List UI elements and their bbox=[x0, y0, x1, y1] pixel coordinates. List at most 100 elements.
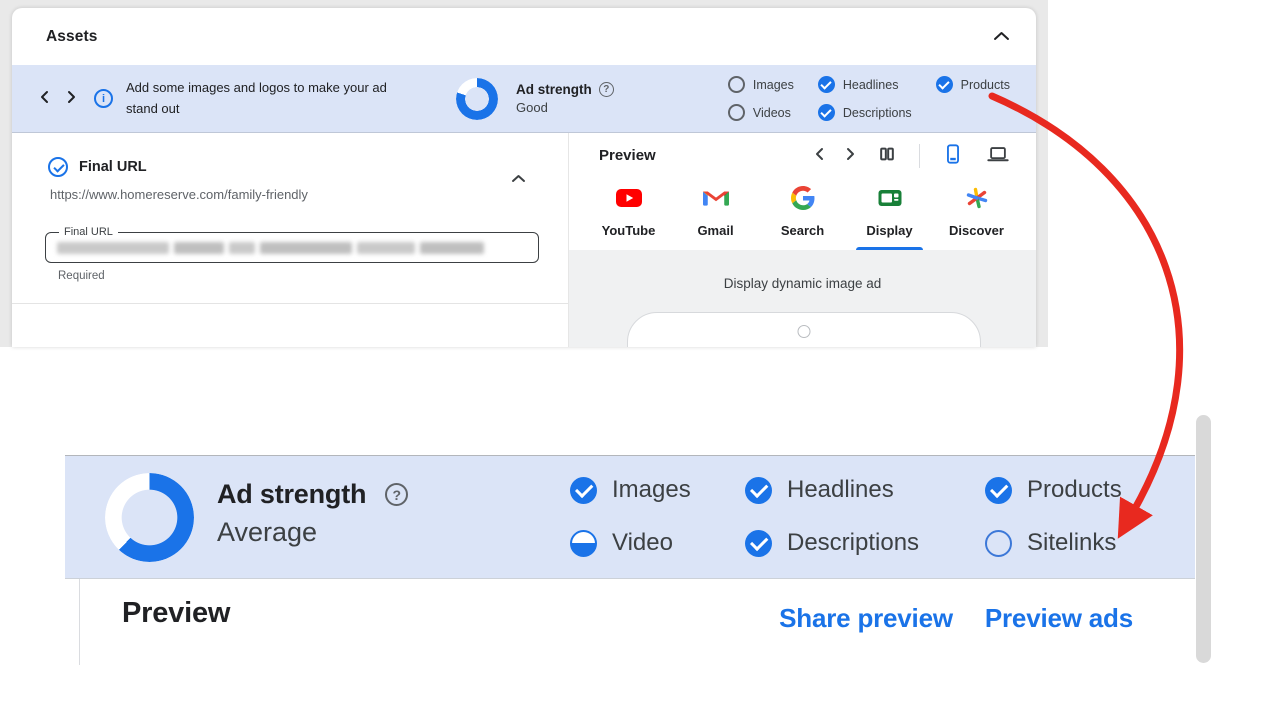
check-label: Images bbox=[753, 78, 794, 92]
scrollbar[interactable] bbox=[1196, 415, 1211, 663]
youtube-icon bbox=[615, 184, 643, 212]
preview-header-row: Preview Share preview Preview ads bbox=[79, 579, 1195, 665]
help-icon[interactable]: ? bbox=[599, 82, 614, 97]
chevron-up-icon bbox=[993, 29, 1010, 44]
check-circle-icon bbox=[570, 477, 597, 504]
asset-checklist: Images Videos Headlines bbox=[728, 76, 1010, 121]
asset-check-products[interactable]: Products bbox=[985, 476, 1122, 504]
ad-strength-banner-zoomed: Ad strength ? Average Images Video H bbox=[65, 455, 1195, 579]
preview-previous-button[interactable] bbox=[815, 147, 824, 164]
asset-check-video[interactable]: Video bbox=[570, 529, 691, 557]
tab-youtube[interactable]: YouTube bbox=[585, 180, 672, 250]
display-ads-icon bbox=[877, 184, 903, 212]
tab-label: YouTube bbox=[602, 223, 656, 238]
checklist-column-2: Headlines Descriptions bbox=[745, 476, 919, 557]
collapse-assets-button[interactable] bbox=[993, 29, 1010, 44]
help-icon[interactable]: ? bbox=[385, 483, 408, 506]
preview-ads-link[interactable]: Preview ads bbox=[985, 603, 1133, 634]
ad-preview-caption: Display dynamic image ad bbox=[569, 276, 1036, 291]
asset-check-descriptions[interactable]: Descriptions bbox=[818, 104, 912, 121]
suggestion-message-line2: stand out bbox=[126, 99, 414, 120]
asset-check-headlines[interactable]: Headlines bbox=[818, 76, 912, 93]
asset-check-images[interactable]: Images bbox=[570, 476, 691, 504]
tab-label: Gmail bbox=[697, 223, 733, 238]
required-helper-text: Required bbox=[58, 270, 105, 282]
check-label: Video bbox=[612, 529, 673, 557]
section-divider bbox=[12, 303, 568, 304]
ad-strength-summary: Ad strength ? Average bbox=[217, 479, 408, 548]
suggestion-nav bbox=[40, 90, 76, 107]
tab-label: Discover bbox=[949, 223, 1004, 238]
phone-camera-dot bbox=[798, 325, 811, 338]
mobile-preview-button[interactable] bbox=[942, 143, 964, 168]
chevron-right-icon bbox=[846, 147, 855, 164]
circle-unchecked-icon bbox=[985, 530, 1012, 557]
assets-header: Assets bbox=[12, 8, 1036, 65]
ad-preview-area: Display dynamic image ad bbox=[569, 250, 1036, 347]
preview-toolbar bbox=[815, 143, 1010, 168]
tab-search[interactable]: Search bbox=[759, 180, 846, 250]
zoomed-ad-strength-callout: Ad strength ? Average Images Video H bbox=[65, 455, 1195, 665]
final-url-title: Final URL bbox=[79, 159, 147, 175]
preview-links: Share preview Preview ads bbox=[779, 603, 1133, 634]
asset-check-sitelinks[interactable]: Sitelinks bbox=[985, 529, 1122, 557]
chevron-left-icon bbox=[40, 90, 49, 107]
gmail-icon bbox=[703, 184, 729, 212]
check-circle-icon bbox=[936, 76, 953, 93]
ad-strength-summary: Ad strength ? Good bbox=[516, 82, 614, 115]
asset-check-videos[interactable]: Videos bbox=[728, 104, 794, 121]
check-circle-icon bbox=[818, 76, 835, 93]
discover-icon bbox=[965, 184, 989, 212]
asset-check-products[interactable]: Products bbox=[936, 76, 1010, 93]
check-circle-icon bbox=[745, 477, 772, 504]
tab-display[interactable]: Display bbox=[846, 180, 933, 250]
check-label: Products bbox=[1027, 476, 1122, 504]
assets-content: Final URL https://www.homereserve.com/fa… bbox=[12, 133, 1036, 347]
phone-mockup bbox=[627, 312, 981, 347]
desktop-preview-button[interactable] bbox=[986, 143, 1010, 168]
asset-check-images[interactable]: Images bbox=[728, 76, 794, 93]
ad-strength-value: Good bbox=[516, 100, 614, 115]
asset-check-descriptions[interactable]: Descriptions bbox=[745, 529, 919, 557]
redacted-input-value bbox=[46, 233, 538, 262]
share-preview-link[interactable]: Share preview bbox=[779, 603, 953, 634]
screenshot-stage: Assets bbox=[0, 0, 1280, 720]
ad-strength-gauge bbox=[105, 473, 194, 562]
assets-card: Assets bbox=[12, 8, 1036, 347]
final-url-value: https://www.homereserve.com/family-frien… bbox=[50, 187, 568, 202]
final-url-input[interactable]: Final URL bbox=[45, 232, 539, 263]
circle-unchecked-icon bbox=[728, 76, 745, 93]
suggestion-message-line1: Add some images and logos to make your a… bbox=[126, 78, 414, 99]
asset-check-headlines[interactable]: Headlines bbox=[745, 476, 919, 504]
chevron-up-icon bbox=[511, 171, 526, 186]
next-suggestion-button[interactable] bbox=[67, 90, 76, 107]
final-url-section: Final URL https://www.homereserve.com/fa… bbox=[12, 133, 568, 347]
tab-discover[interactable]: Discover bbox=[933, 180, 1020, 250]
check-label: Products bbox=[961, 78, 1010, 92]
checklist-column-1: Images Video bbox=[570, 476, 691, 557]
columns-icon bbox=[877, 144, 897, 167]
circle-unchecked-icon bbox=[728, 104, 745, 121]
chevron-left-icon bbox=[815, 147, 824, 164]
laptop-icon bbox=[986, 143, 1010, 168]
ad-strength-label: Ad strength bbox=[516, 82, 592, 97]
chevron-right-icon bbox=[67, 90, 76, 107]
check-circle-icon bbox=[745, 530, 772, 557]
check-label: Sitelinks bbox=[1027, 529, 1116, 557]
check-label: Headlines bbox=[787, 476, 894, 504]
compare-columns-button[interactable] bbox=[877, 144, 897, 167]
check-circle-icon bbox=[818, 104, 835, 121]
preview-next-button[interactable] bbox=[846, 147, 855, 164]
check-label: Descriptions bbox=[843, 106, 912, 120]
check-label: Videos bbox=[753, 106, 791, 120]
ad-strength-value: Average bbox=[217, 517, 408, 548]
preview-channel-tabs: YouTube bbox=[569, 178, 1036, 250]
preview-panel: Preview bbox=[568, 133, 1036, 347]
google-g-icon bbox=[791, 184, 815, 212]
ad-strength-gauge bbox=[456, 78, 498, 120]
collapse-final-url-button[interactable] bbox=[511, 171, 526, 186]
tab-gmail[interactable]: Gmail bbox=[672, 180, 759, 250]
previous-suggestion-button[interactable] bbox=[40, 90, 49, 107]
mobile-phone-icon bbox=[942, 143, 964, 168]
assets-section-title: Assets bbox=[46, 28, 97, 46]
